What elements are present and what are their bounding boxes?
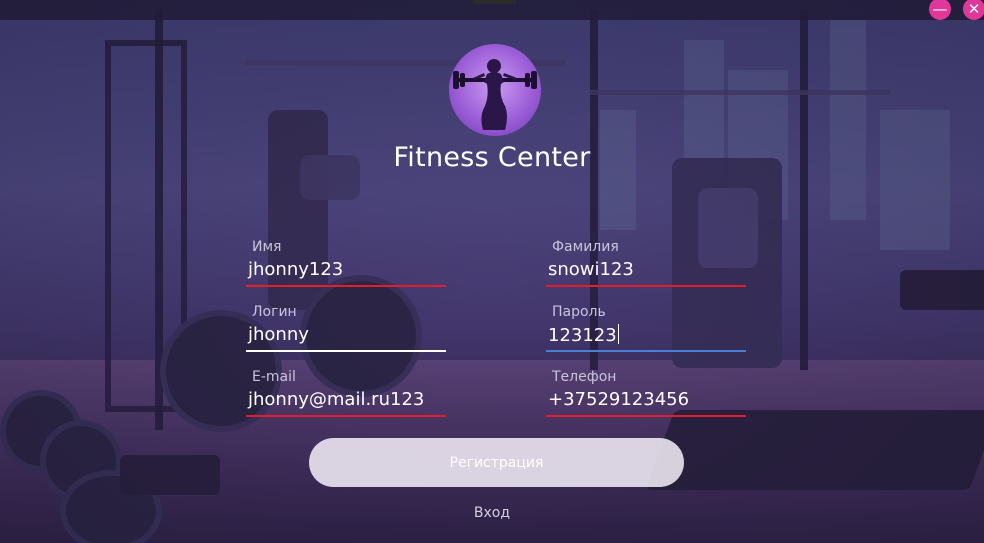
login-underline: [246, 350, 446, 352]
fitness-logo: [449, 44, 541, 136]
first-name-input[interactable]: jhonny123: [248, 259, 343, 280]
register-button-label: Регистрация: [449, 454, 544, 471]
password-value: 123123: [548, 325, 617, 346]
login-label: Логин: [252, 304, 297, 320]
text-caret: [617, 324, 619, 344]
password-input[interactable]: 123123: [548, 324, 619, 346]
login-input[interactable]: jhonny: [248, 324, 309, 345]
register-button[interactable]: Регистрация: [309, 438, 684, 487]
login-link[interactable]: Вход: [0, 505, 984, 521]
phone-underline: [546, 415, 746, 417]
weightlifter-icon: [453, 59, 537, 130]
last-name-label: Фамилия: [552, 239, 619, 255]
first-name-underline: [246, 285, 446, 287]
minimize-icon: —: [932, 0, 948, 18]
close-button[interactable]: ✕: [963, 0, 984, 20]
phone-label: Телефон: [552, 369, 617, 385]
email-label: E-mail: [252, 369, 296, 385]
email-input[interactable]: jhonny@mail.ru123: [248, 389, 424, 410]
last-name-input[interactable]: snowi123: [548, 259, 634, 280]
email-underline: [246, 415, 446, 417]
close-icon: ✕: [967, 0, 981, 18]
password-underline: [546, 350, 746, 352]
last-name-underline: [546, 285, 746, 287]
app-title: Fitness Center: [393, 142, 591, 173]
password-label: Пароль: [552, 304, 606, 320]
window-drag-handle[interactable]: [474, 0, 516, 4]
phone-input[interactable]: +37529123456: [548, 389, 689, 410]
first-name-label: Имя: [252, 239, 282, 255]
